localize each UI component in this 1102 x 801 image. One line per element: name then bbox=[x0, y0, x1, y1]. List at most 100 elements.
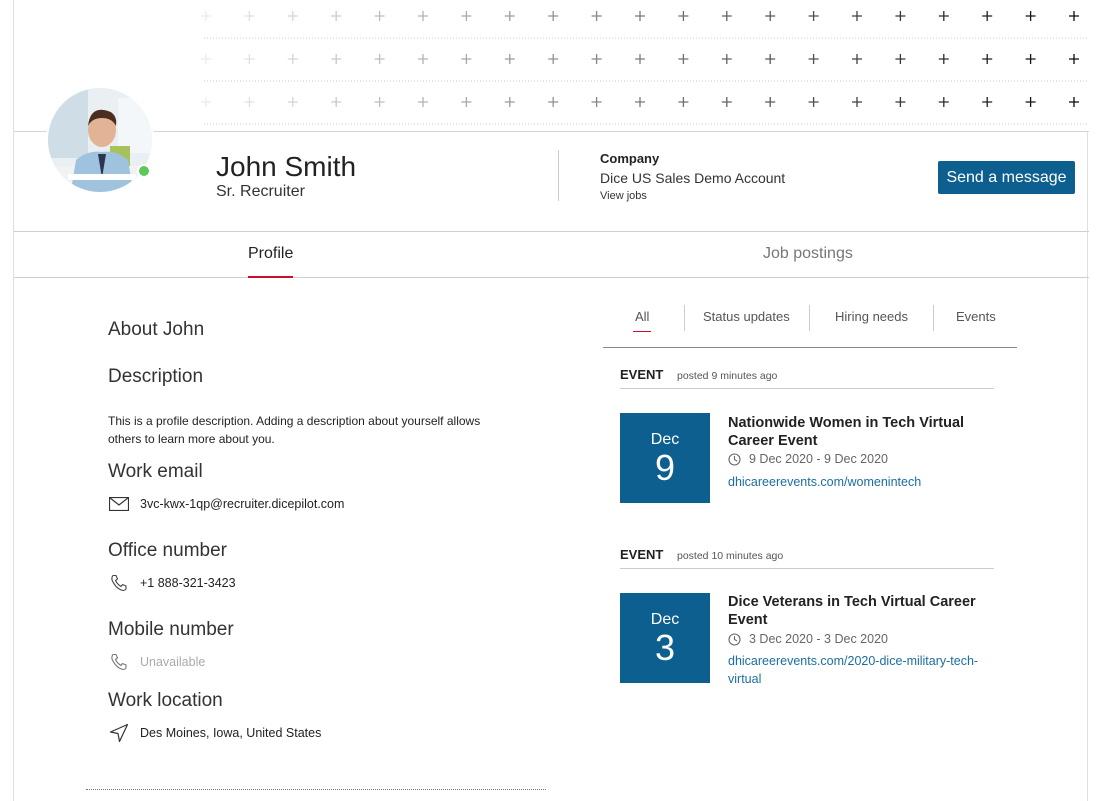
filter-separator bbox=[684, 305, 685, 331]
filter-separator bbox=[809, 305, 810, 331]
envelope-icon bbox=[108, 495, 130, 513]
header-divider bbox=[558, 150, 559, 201]
banner-plus-mark bbox=[244, 54, 255, 64]
banner-plus-mark bbox=[591, 97, 602, 107]
event-date-range: 3 Dec 2020 - 3 Dec 2020 bbox=[728, 632, 888, 646]
banner-plus-mark bbox=[504, 97, 515, 107]
event-header: EVENT posted 9 minutes ago bbox=[620, 367, 994, 389]
profile-page: John Smith Sr. Recruiter Company Dice US… bbox=[13, 0, 1089, 801]
profile-title: Sr. Recruiter bbox=[216, 183, 305, 200]
banner-plus-mark bbox=[244, 97, 255, 107]
banner-plus-mark bbox=[201, 97, 211, 107]
office-number-heading: Office number bbox=[108, 540, 227, 561]
company-name: Dice US Sales Demo Account bbox=[600, 170, 786, 186]
event-date-range: 9 Dec 2020 - 9 Dec 2020 bbox=[728, 452, 888, 466]
banner-plus-mark bbox=[287, 11, 298, 21]
banner-plus-mark bbox=[852, 54, 862, 64]
banner-plus-mark bbox=[418, 97, 428, 107]
work-location-heading: Work location bbox=[108, 690, 223, 711]
online-status-indicator bbox=[137, 164, 151, 178]
banner-plus-mark bbox=[982, 54, 993, 64]
banner-plus-mark bbox=[374, 97, 385, 107]
activity-filters: All Status updates Hiring needs Events bbox=[603, 303, 1017, 348]
banner-plus-mark bbox=[808, 11, 819, 21]
banner-plus-mark bbox=[938, 97, 949, 107]
banner-plus-mark bbox=[635, 97, 645, 107]
filter-hiring-needs[interactable]: Hiring needs bbox=[835, 303, 908, 331]
banner-plus-mark bbox=[374, 11, 385, 21]
filter-events[interactable]: Events bbox=[956, 303, 996, 331]
company-label: Company bbox=[600, 151, 660, 166]
work-email-value[interactable]: 3vc-kwx-1qp@recruiter.dicepilot.com bbox=[140, 497, 344, 511]
banner-plus-mark bbox=[895, 97, 906, 107]
profile-tabs: Profile Job postings bbox=[14, 231, 1089, 278]
banner-plus-mark bbox=[548, 54, 559, 64]
banner-plus-mark bbox=[852, 11, 862, 21]
event-date-badge: Dec 3 bbox=[620, 593, 710, 683]
work-email-heading: Work email bbox=[108, 461, 203, 482]
banner-plus-mark bbox=[591, 11, 602, 21]
banner-plus-mark bbox=[895, 11, 906, 21]
description-text: This is a profile description. Adding a … bbox=[108, 414, 481, 446]
clock-icon bbox=[728, 632, 741, 646]
event-posted-time: posted 10 minutes ago bbox=[677, 550, 784, 562]
filter-status-updates[interactable]: Status updates bbox=[703, 303, 790, 331]
send-message-button[interactable]: Send a message bbox=[938, 161, 1075, 194]
office-number-value[interactable]: +1 888-321-3423 bbox=[140, 576, 236, 590]
mobile-number-value: Unavailable bbox=[140, 655, 206, 669]
banner-plus-mark bbox=[504, 11, 515, 21]
event-title[interactable]: Nationwide Women in Tech Virtual Career … bbox=[728, 414, 998, 450]
tab-profile[interactable]: Profile bbox=[248, 232, 294, 278]
mobile-number-heading: Mobile number bbox=[108, 619, 234, 640]
event-day: 9 bbox=[654, 447, 676, 488]
location-arrow-icon bbox=[108, 723, 130, 743]
view-jobs-link[interactable]: View jobs bbox=[600, 190, 647, 202]
banner-plus-mark bbox=[765, 54, 776, 64]
phone-icon bbox=[108, 574, 130, 592]
banner-plus-mark bbox=[331, 97, 342, 107]
banner-plus-mark bbox=[938, 54, 949, 64]
banner-plus-mark bbox=[461, 97, 472, 107]
banner-plus-mark bbox=[591, 54, 602, 64]
banner-plus-mark bbox=[418, 11, 428, 21]
banner-plus-mark bbox=[721, 97, 732, 107]
banner-plus-mark bbox=[678, 54, 689, 64]
banner-plus-mark bbox=[548, 11, 559, 21]
banner-plus-mark bbox=[635, 11, 645, 21]
banner-plus-mark bbox=[808, 54, 819, 64]
banner-plus-mark bbox=[635, 54, 645, 64]
banner-plus-mark bbox=[1069, 11, 1079, 21]
banner-plus-mark bbox=[938, 11, 949, 21]
banner-plus-mark bbox=[678, 11, 689, 21]
phone-icon bbox=[108, 653, 130, 671]
banner-plus-mark bbox=[982, 11, 993, 21]
filter-separator bbox=[933, 305, 934, 331]
banner-plus-mark bbox=[244, 11, 255, 21]
banner-plus-mark bbox=[1025, 97, 1036, 107]
event-tag: EVENT bbox=[620, 547, 664, 562]
banner-plus-mark bbox=[548, 97, 559, 107]
profile-name: John Smith bbox=[216, 151, 357, 182]
tab-job-postings[interactable]: Job postings bbox=[763, 232, 853, 278]
filter-all[interactable]: All bbox=[632, 303, 652, 332]
banner-plus-mark bbox=[765, 97, 776, 107]
event-date-text: 3 Dec 2020 - 3 Dec 2020 bbox=[749, 632, 888, 646]
event-title[interactable]: Dice Veterans in Tech Virtual Career Eve… bbox=[728, 593, 998, 629]
event-date-text: 9 Dec 2020 - 9 Dec 2020 bbox=[749, 452, 888, 466]
event-link[interactable]: dhicareerevents.com/womenintech bbox=[728, 473, 998, 491]
about-heading: About John bbox=[108, 319, 205, 340]
event-posted-time: posted 9 minutes ago bbox=[677, 370, 778, 382]
banner-plus-mark bbox=[1025, 11, 1036, 21]
banner-plus-mark bbox=[852, 97, 862, 107]
description-heading: Description bbox=[108, 366, 204, 387]
banner-plus-mark bbox=[461, 11, 472, 21]
banner-plus-mark bbox=[461, 54, 472, 64]
clock-icon bbox=[728, 452, 741, 466]
banner-plus-mark bbox=[287, 54, 298, 64]
event-link[interactable]: dhicareerevents.com/2020-dice-military-t… bbox=[728, 652, 998, 688]
banner-plus-mark bbox=[721, 54, 732, 64]
event-tag: EVENT bbox=[620, 367, 664, 382]
banner-plus-mark bbox=[982, 97, 993, 107]
banner-plus-mark bbox=[331, 11, 342, 21]
profile-banner bbox=[14, 0, 1089, 132]
